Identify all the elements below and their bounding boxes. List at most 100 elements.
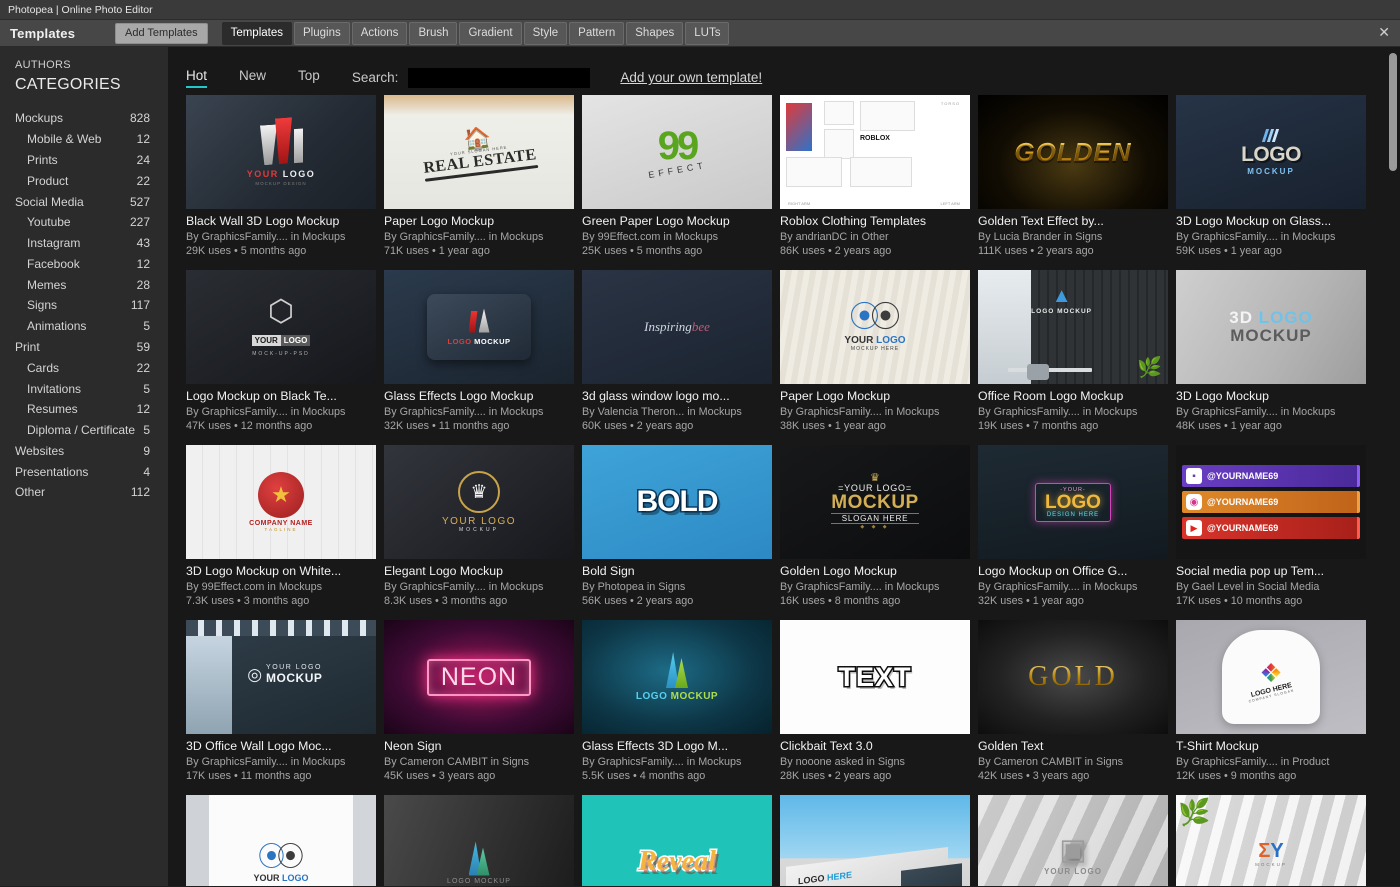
template-card[interactable]: Reveal [582,795,780,886]
template-thumbnail[interactable]: -YOUR- LOGO DESIGN HERE [978,445,1168,559]
template-thumbnail[interactable]: ◎ YOUR LOGO MOCKUP [186,620,376,734]
template-card[interactable]: YOUR LOGO MOCKUP DESIGN Black Wall 3D Log… [186,95,384,270]
template-card[interactable]: NEON Neon Sign By Cameron CAMBIT in Signs… [384,620,582,795]
template-thumbnail[interactable]: LOGO MOCKUP [384,270,574,384]
sidebar-item-facebook[interactable]: Facebook 12 [0,253,168,274]
template-thumbnail[interactable]: ▪ @YOURNAME69 ◉ @YOURNAME69 ▶ @YOURNAME6… [1176,445,1366,559]
template-thumbnail[interactable]: LOGO HERE [780,795,970,886]
sort-tab-hot[interactable]: Hot [186,68,208,88]
template-card[interactable]: LOGO MOCKUP Glass Effects 3D Logo M... By… [582,620,780,795]
template-thumbnail[interactable]: LOGO MOCKUP [1176,95,1366,209]
sidebar-item-product[interactable]: Product 22 [0,170,168,191]
template-card[interactable]: ♛ YOUR LOGO MOCKUP Elegant Logo Mockup By… [384,445,582,620]
sidebar-item-instagram[interactable]: Instagram 43 [0,233,168,254]
template-card[interactable]: LOGO MOCKUP Glass Effects Logo Mockup By … [384,270,582,445]
template-thumbnail[interactable]: Reveal [582,795,772,886]
template-thumbnail[interactable]: ▲ LOGO MOCKUP 🌿 [978,270,1168,384]
template-author: By GraphicsFamily.... in Mockups [978,406,1138,418]
template-thumbnail[interactable]: LOGO MOCKUP [582,620,772,734]
template-thumbnail[interactable]: YOUR LOGO MOCKUP DESIGN [186,95,376,209]
close-icon[interactable]: ✕ [1378,26,1390,40]
add-templates-button[interactable]: Add Templates [115,22,208,44]
template-thumbnail[interactable]: ▣ YOUR LOGO [978,795,1168,886]
tab-luts[interactable]: LUTs [685,21,730,45]
template-card[interactable]: ⬡ YOUR LOGO MOCK-UP-PSD Logo Mockup on Bl… [186,270,384,445]
thumbnail-art: YOUR LOGO MOCKUP DESIGN [186,95,376,209]
template-thumbnail[interactable]: ⬡ YOUR LOGO MOCK-UP-PSD [186,270,376,384]
sidebar-item-mockups[interactable]: Mockups 828 [0,108,168,129]
search-input[interactable] [408,67,591,88]
tab-pattern[interactable]: Pattern [569,21,625,45]
template-card[interactable]: 🌿 ΣY MOCKUP [1176,795,1374,886]
template-thumbnail[interactable]: NEON [384,620,574,734]
template-card[interactable]: ★ COMPANY NAME TAGLINE 3D Logo Mockup on… [186,445,384,620]
template-thumbnail[interactable]: 🌿 ΣY MOCKUP [1176,795,1366,886]
template-card[interactable]: LOGO HERE [780,795,978,886]
sidebar-item-animations[interactable]: Animations 5 [0,316,168,337]
template-card[interactable]: 🏠 YOUR SLOGAN HERE REAL ESTATE Paper Log… [384,95,582,270]
sidebar-item-websites[interactable]: Websites 9 [0,441,168,462]
template-card[interactable]: ▣ YOUR LOGO [978,795,1176,886]
add-your-own-template-link[interactable]: Add your own template! [620,70,762,85]
sidebar-authors-link[interactable]: AUTHORS [0,59,168,71]
scrollbar-thumb[interactable] [1389,53,1397,171]
template-card[interactable]: LOGO MOCKUP [384,795,582,886]
template-thumbnail[interactable]: ★ COMPANY NAME TAGLINE [186,445,376,559]
tab-templates[interactable]: Templates [221,21,292,45]
template-card[interactable]: TORSO ROBLOX RIGHT ARM LEFT ARM Roblox C… [780,95,978,270]
template-thumbnail[interactable]: TORSO ROBLOX RIGHT ARM LEFT ARM [780,95,970,209]
sidebar-item-invitations[interactable]: Invitations 5 [0,378,168,399]
sidebar-item-signs[interactable]: Signs 117 [0,295,168,316]
sidebar-item-resumes[interactable]: Resumes 12 [0,399,168,420]
sidebar-item-prints[interactable]: Prints 24 [0,150,168,171]
template-thumbnail[interactable]: ⦿⦿ YOUR LOGO [186,795,376,886]
template-thumbnail[interactable]: ♛ =YOUR LOGO= MOCKUP SLOGAN HERE ◆ ◆ ◆ [780,445,970,559]
tab-actions[interactable]: Actions [351,21,408,45]
template-thumbnail[interactable]: 🏠 YOUR SLOGAN HERE REAL ESTATE [384,95,574,209]
sidebar-item-youtube[interactable]: Youtube 227 [0,212,168,233]
sidebar-item-mobile-web[interactable]: Mobile & Web 12 [0,129,168,150]
template-thumbnail[interactable]: TEXT [780,620,970,734]
sidebar-item-diploma-certificate[interactable]: Diploma / Certificate 5 [0,420,168,441]
tab-brush[interactable]: Brush [409,21,458,45]
sidebar-item-memes[interactable]: Memes 28 [0,274,168,295]
tab-shapes[interactable]: Shapes [626,21,684,45]
template-thumbnail[interactable]: GOLD [978,620,1168,734]
template-thumbnail[interactable]: ♛ YOUR LOGO MOCKUP [384,445,574,559]
template-card[interactable]: LOGO MOCKUP 3D Logo Mockup on Glass... By… [1176,95,1374,270]
template-thumbnail[interactable]: ❖ LOGO HERE COMPANY SLOGAN [1176,620,1366,734]
template-card[interactable]: Inspiringbee 3d glass window logo mo... By… [582,270,780,445]
template-thumbnail[interactable]: 3D LOGO MOCKUP [1176,270,1366,384]
template-card[interactable]: ⦿⦿ YOUR LOGO MOCKUP HERE Paper Logo Mock… [780,270,978,445]
sidebar-item-social-media[interactable]: Social Media 527 [0,191,168,212]
sidebar-item-cards[interactable]: Cards 22 [0,357,168,378]
template-card[interactable]: -YOUR- LOGO DESIGN HERE Logo Mockup on O… [978,445,1176,620]
template-thumbnail[interactable]: BOLD [582,445,772,559]
template-card[interactable]: ⦿⦿ YOUR LOGO [186,795,384,886]
sort-tab-top[interactable]: Top [298,68,320,87]
template-card[interactable]: ▲ LOGO MOCKUP 🌿 Office Room Logo Mockup B… [978,270,1176,445]
sidebar-item-presentations[interactable]: Presentations 4 [0,461,168,482]
scrollbar-track[interactable] [1389,47,1398,886]
template-card[interactable]: GOLD Golden Text By Cameron CAMBIT in Sign… [978,620,1176,795]
template-card[interactable]: ▪ @YOURNAME69 ◉ @YOURNAME69 ▶ @YOURNAME6… [1176,445,1374,620]
tab-plugins[interactable]: Plugins [294,21,350,45]
template-card[interactable]: ◎ YOUR LOGO MOCKUP 3D Office Wall Logo M… [186,620,384,795]
template-card[interactable]: ♛ =YOUR LOGO= MOCKUP SLOGAN HERE ◆ ◆ ◆ G… [780,445,978,620]
template-card[interactable]: ❖ LOGO HERE COMPANY SLOGAN T-Shirt Mocku… [1176,620,1374,795]
template-card[interactable]: GOLDEN Golden Text Effect by... By Lucia B… [978,95,1176,270]
template-card[interactable]: TEXT Clickbait Text 3.0 By nooone asked in… [780,620,978,795]
tab-style[interactable]: Style [523,21,568,45]
sidebar-item-print[interactable]: Print 59 [0,337,168,358]
template-card[interactable]: 99 EFFECT Green Paper Logo Mockup By 99Ef… [582,95,780,270]
template-thumbnail[interactable]: LOGO MOCKUP [384,795,574,886]
tab-gradient[interactable]: Gradient [459,21,522,45]
template-thumbnail[interactable]: GOLDEN [978,95,1168,209]
sidebar-item-other[interactable]: Other 112 [0,482,168,503]
sort-tab-new[interactable]: New [239,68,266,87]
template-thumbnail[interactable]: 99 EFFECT [582,95,772,209]
template-card[interactable]: 3D LOGO MOCKUP 3D Logo Mockup By Graphics… [1176,270,1374,445]
template-thumbnail[interactable]: Inspiringbee [582,270,772,384]
template-card[interactable]: BOLD Bold Sign By Photopea in Signs 56K use… [582,445,780,620]
template-thumbnail[interactable]: ⦿⦿ YOUR LOGO MOCKUP HERE [780,270,970,384]
